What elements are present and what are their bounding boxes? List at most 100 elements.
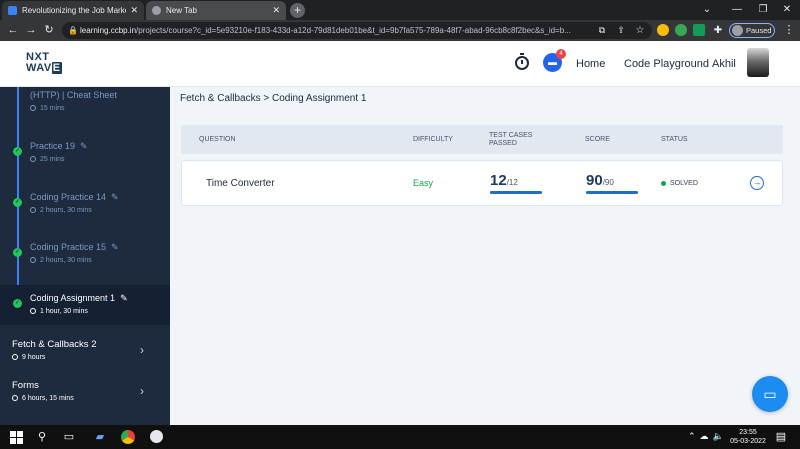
sidebar-item-duration: 1 hour, 30 mins [30,308,88,315]
status-dot-icon [661,180,666,186]
menu-kebab-icon[interactable]: ⋮ [782,23,796,38]
chevron-right-icon: › [140,384,144,398]
extensions-puzzle-icon[interactable]: ✚ [711,23,725,38]
logo-line-2: WAV [26,62,52,74]
check-icon: ✓ [13,147,22,156]
column-header-status: STATUS [661,135,688,143]
new-tab-button[interactable]: + [290,3,305,18]
clock-date: 05-03-2022 [730,438,766,445]
nxtwave-logo[interactable]: NXT WAVE [26,52,62,74]
sidebar-item-duration: 15 mins [30,105,65,112]
sidebar-item-cheat-sheet[interactable]: (HTTP) | Cheat Sheet 15 mins [0,87,170,122]
logo-line-2-box: E [51,62,62,74]
back-icon[interactable]: ← [6,23,20,38]
tests-passed-value: 12 [490,172,507,189]
column-header-score: SCORE [585,135,610,143]
sidebar-topic-fetch-callbacks-2[interactable]: Fetch & Callbacks 2 9 hours › [0,332,170,372]
windows-start-icon[interactable] [9,430,23,444]
score-total-value: /90 [602,178,614,187]
sidebar-topic-forms[interactable]: Forms 6 hours, 15 mins › [0,373,170,413]
clock-icon [30,207,36,213]
column-header-difficulty: DIFFICULTY [413,135,453,143]
nav-code-playground-link[interactable]: Code Playground [624,58,709,70]
install-icon[interactable]: ⧉ [595,23,609,38]
browser-tab-active[interactable]: Revolutionizing the Job Market | ... ✕ [2,1,144,20]
bookmark-star-icon[interactable]: ☆ [633,23,647,38]
browser-tab-strip: Revolutionizing the Job Market | ... ✕ N… [0,0,800,20]
app-icon[interactable] [150,430,164,444]
address-bar[interactable]: 🔒 learning.ccbp.in/projects/course?c_id=… [62,22,652,39]
extension-icon[interactable] [675,24,687,36]
tab-search-icon[interactable]: ⌄ [692,0,722,20]
chat-icon[interactable]: ▬ 4 [543,49,566,72]
profile-status: Paused [746,26,772,35]
chrome-favicon-icon [152,6,161,15]
clock-time: 23:55 [739,429,757,436]
avatar[interactable] [747,48,769,77]
task-view-icon[interactable]: ▭ [62,430,76,444]
tests-progress-bar [490,191,542,194]
open-question-button[interactable]: → [750,161,764,205]
clock-icon [30,156,36,162]
browser-toolbar: ← → ↻ 🔒 learning.ccbp.in/projects/course… [0,20,800,41]
score: 90/90 [586,161,638,205]
sidebar-item-duration: 2 hours, 30 mins [30,207,92,214]
sidebar-item-coding-practice-15[interactable]: ✓ Coding Practice 15 ✎ 2 hours, 30 mins [0,234,170,274]
sidebar-item-coding-practice-14[interactable]: ✓ Coding Practice 14 ✎ 2 hours, 30 mins [0,184,170,224]
course-sidebar: (HTTP) | Cheat Sheet 15 mins ✓ Practice … [0,87,170,425]
clock-icon [12,395,18,401]
clock-icon [30,105,36,111]
difficulty-value: Easy [413,178,434,188]
check-icon: ✓ [13,248,22,257]
sidebar-item-label: (HTTP) | Cheat Sheet [30,90,117,100]
user-name[interactable]: Akhil [712,58,736,70]
sidebar-item-duration: 2 hours, 30 mins [30,257,92,264]
tests-progress-fill [490,191,542,194]
table-row[interactable]: Time Converter Easy 12/12 90/90 SOLVED → [181,160,783,206]
sidebar-item-coding-assignment-1[interactable]: ✓ Coding Assignment 1 ✎ 1 hour, 30 mins [0,285,170,325]
table-header: QUESTION DIFFICULTY TEST CASES PASSED SCO… [181,125,783,154]
stopwatch-icon[interactable] [515,53,529,70]
close-tab-icon[interactable]: ✕ [130,5,138,16]
extension-icon[interactable] [657,24,669,36]
topic-duration: 6 hours, 15 mins [12,395,74,402]
question-name[interactable]: Time Converter [206,161,275,205]
edit-icon[interactable]: ✎ [80,141,88,151]
close-window-icon[interactable]: ✕ [772,0,800,20]
tab-title: New Tab [166,6,197,15]
check-icon: ✓ [13,198,22,207]
sidebar-item-label: Practice 19 ✎ [30,141,88,151]
score-value: 90 [586,172,603,189]
reload-icon[interactable]: ↻ [42,23,56,38]
sidebar-item-label: Coding Practice 15 ✎ [30,242,119,252]
extension-icon[interactable] [693,24,705,36]
edit-icon[interactable]: ✎ [120,293,128,303]
share-icon[interactable]: ⇪ [614,23,628,38]
clock-icon [30,257,36,263]
file-explorer-icon[interactable]: ▰ [93,430,107,444]
chevron-right-icon: › [140,343,144,357]
taskbar-clock[interactable]: 23:55 05-03-2022 [728,428,768,446]
chrome-icon[interactable] [121,430,135,444]
nav-home-link[interactable]: Home [576,58,605,70]
sidebar-item-practice-19[interactable]: ✓ Practice 19 ✎ 25 mins [0,133,170,173]
topic-duration: 9 hours [12,354,45,361]
url-host: learning.ccbp.in [80,26,137,35]
clock-icon [30,308,36,314]
column-header-question: QUESTION [199,135,236,143]
notifications-icon[interactable]: ▤ [774,430,788,444]
forward-icon[interactable]: → [24,23,38,38]
edit-icon[interactable]: ✎ [111,242,119,252]
browser-tab-new[interactable]: New Tab ✕ [146,1,286,20]
edit-icon[interactable]: ✎ [111,192,119,202]
support-chat-button[interactable]: ▭ [752,376,788,412]
search-icon[interactable]: ⚲ [35,430,49,444]
topic-title: Forms [12,380,39,391]
sidebar-item-label: Coding Practice 14 ✎ [30,192,119,202]
breadcrumb: Fetch & Callbacks > Coding Assignment 1 [180,93,367,104]
tests-total-value: /12 [506,178,518,187]
close-tab-icon[interactable]: ✕ [272,5,280,16]
score-progress-bar [586,191,638,194]
profile-button[interactable]: Paused [729,23,775,38]
system-tray[interactable]: ⌃☁🔈 [688,431,728,442]
